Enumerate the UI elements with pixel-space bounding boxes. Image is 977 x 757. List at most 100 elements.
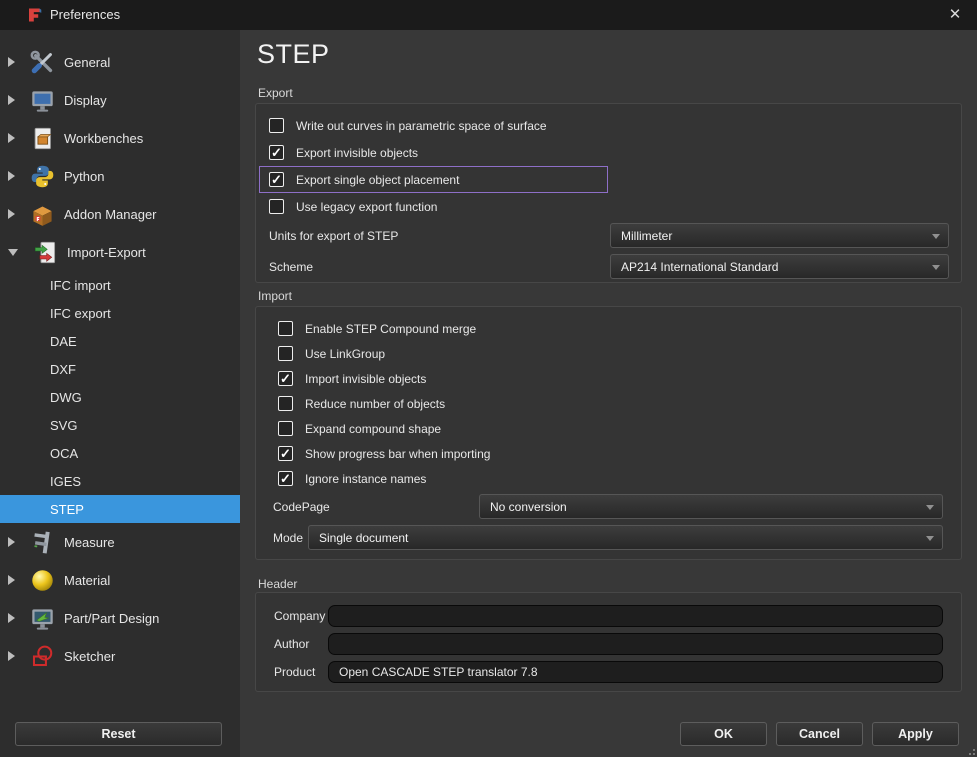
sidebar-item-step[interactable]: STEP — [0, 495, 240, 523]
codepage-label: CodePage — [273, 500, 330, 514]
checkbox-row-single-placement[interactable]: Export single object placement — [259, 166, 608, 193]
display-icon — [29, 87, 56, 114]
checkbox-row-export-invisible[interactable]: Export invisible objects — [269, 139, 949, 166]
product-field[interactable] — [328, 661, 943, 683]
sidebar-item-label: Part/Part Design — [64, 611, 159, 626]
expand-arrow-icon[interactable] — [8, 171, 15, 181]
sidebar-item-svg[interactable]: SVG — [0, 411, 240, 439]
checkbox-row-linkgroup[interactable]: Use LinkGroup — [269, 341, 949, 366]
sidebar-item-dxf[interactable]: DXF — [0, 355, 240, 383]
checkbox-label: Show progress bar when importing — [305, 447, 490, 461]
sidebar-item-python[interactable]: Python — [0, 157, 240, 195]
checkbox[interactable] — [278, 446, 293, 461]
ok-button[interactable]: OK — [680, 722, 767, 746]
expand-arrow-icon[interactable] — [8, 651, 15, 661]
sidebar-item-iges[interactable]: IGES — [0, 467, 240, 495]
company-field[interactable] — [328, 605, 943, 627]
sidebar-item-display[interactable]: Display — [0, 81, 240, 119]
checkbox-row-legacy-export[interactable]: Use legacy export function — [269, 193, 949, 220]
settings-page: STEP Export Write out curves in parametr… — [240, 30, 977, 757]
header-group-label: Header — [258, 577, 297, 591]
expand-arrow-icon[interactable] — [8, 537, 15, 547]
export-group-label: Export — [258, 86, 293, 100]
checkbox-label: Write out curves in parametric space of … — [296, 119, 547, 133]
checkbox[interactable] — [269, 172, 284, 187]
codepage-row: CodePage No conversion — [269, 491, 949, 522]
author-field[interactable] — [328, 633, 943, 655]
expand-arrow-icon[interactable] — [8, 133, 15, 143]
expand-arrow-icon[interactable] — [8, 209, 15, 219]
sidebar-item-part-design[interactable]: Part/Part Design — [0, 599, 240, 637]
expand-arrow-icon[interactable] — [8, 95, 15, 105]
export-group: Write out curves in parametric space of … — [255, 103, 962, 283]
combo-value: Millimeter — [621, 229, 672, 243]
checkbox-row-progress-bar[interactable]: Show progress bar when importing — [269, 441, 949, 466]
sidebar-item-sketcher[interactable]: Sketcher — [0, 637, 240, 675]
sidebar-item-dwg[interactable]: DWG — [0, 383, 240, 411]
sidebar-item-import-export[interactable]: Import-Export — [0, 233, 240, 271]
sidebar-item-label: Material — [64, 573, 110, 588]
checkbox-label: Export invisible objects — [296, 146, 418, 160]
tools-icon — [29, 49, 56, 76]
resize-grip[interactable] — [965, 745, 975, 755]
expand-arrow-icon[interactable] — [8, 613, 15, 623]
product-row: Product — [269, 661, 949, 689]
checkbox-label: Export single object placement — [296, 173, 459, 187]
sidebar-item-label: Sketcher — [64, 649, 115, 664]
close-icon[interactable]: ✕ — [944, 5, 966, 25]
checkbox-row-expand-compound[interactable]: Expand compound shape — [269, 416, 949, 441]
checkbox[interactable] — [269, 145, 284, 160]
checkbox-label: Ignore instance names — [305, 472, 426, 486]
combo-value: No conversion — [490, 500, 567, 514]
sidebar-item-measure[interactable]: Measure — [0, 523, 240, 561]
apply-button[interactable]: Apply — [872, 722, 959, 746]
sidebar-item-oca[interactable]: OCA — [0, 439, 240, 467]
checkbox[interactable] — [278, 471, 293, 486]
expand-arrow-icon[interactable] — [8, 57, 15, 67]
cancel-button[interactable]: Cancel — [776, 722, 863, 746]
material-icon — [29, 567, 56, 594]
checkbox[interactable] — [278, 346, 293, 361]
measure-icon — [29, 529, 56, 556]
checkbox-row-compound-merge[interactable]: Enable STEP Compound merge — [269, 316, 949, 341]
checkbox[interactable] — [269, 118, 284, 133]
checkbox[interactable] — [278, 321, 293, 336]
sidebar-item-general[interactable]: General — [0, 43, 240, 81]
author-label: Author — [274, 637, 309, 651]
checkbox-row-ignore-instance-names[interactable]: Ignore instance names — [269, 466, 949, 491]
sidebar-item-ifc-import[interactable]: IFC import — [0, 271, 240, 299]
part-icon — [29, 605, 56, 632]
mode-combobox[interactable]: Single document — [308, 525, 943, 550]
sidebar-item-workbenches[interactable]: Workbenches — [0, 119, 240, 157]
header-group: Company Author Product — [255, 592, 962, 692]
checkbox[interactable] — [278, 371, 293, 386]
sidebar-item-label: Addon Manager — [64, 207, 157, 222]
expand-arrow-icon[interactable] — [8, 575, 15, 585]
sidebar: General Display — [0, 30, 240, 757]
sidebar-item-dae[interactable]: DAE — [0, 327, 240, 355]
sidebar-item-addon-manager[interactable]: Addon Manager — [0, 195, 240, 233]
collapse-arrow-icon[interactable] — [8, 249, 18, 256]
sidebar-item-ifc-export[interactable]: IFC export — [0, 299, 240, 327]
checkbox[interactable] — [278, 396, 293, 411]
units-label: Units for export of STEP — [269, 229, 398, 243]
codepage-combobox[interactable]: No conversion — [479, 494, 943, 519]
checkbox[interactable] — [269, 199, 284, 214]
product-label: Product — [274, 665, 315, 679]
workbenches-icon — [29, 125, 56, 152]
python-icon — [29, 163, 56, 190]
sidebar-item-material[interactable]: Material — [0, 561, 240, 599]
import-group-label: Import — [258, 289, 292, 303]
sidebar-item-label: IGES — [50, 474, 81, 489]
checkbox[interactable] — [278, 421, 293, 436]
sidebar-item-label: DXF — [50, 362, 76, 377]
sidebar-item-label: DAE — [50, 334, 77, 349]
checkbox-row-reduce-objects[interactable]: Reduce number of objects — [269, 391, 949, 416]
units-combobox[interactable]: Millimeter — [610, 223, 949, 248]
checkbox-row-parametric-curves[interactable]: Write out curves in parametric space of … — [269, 112, 949, 139]
company-label: Company — [274, 609, 325, 623]
scheme-combobox[interactable]: AP214 International Standard — [610, 254, 949, 279]
checkbox-row-import-invisible[interactable]: Import invisible objects — [269, 366, 949, 391]
sidebar-item-label: Measure — [64, 535, 115, 550]
reset-button[interactable]: Reset — [15, 722, 222, 746]
